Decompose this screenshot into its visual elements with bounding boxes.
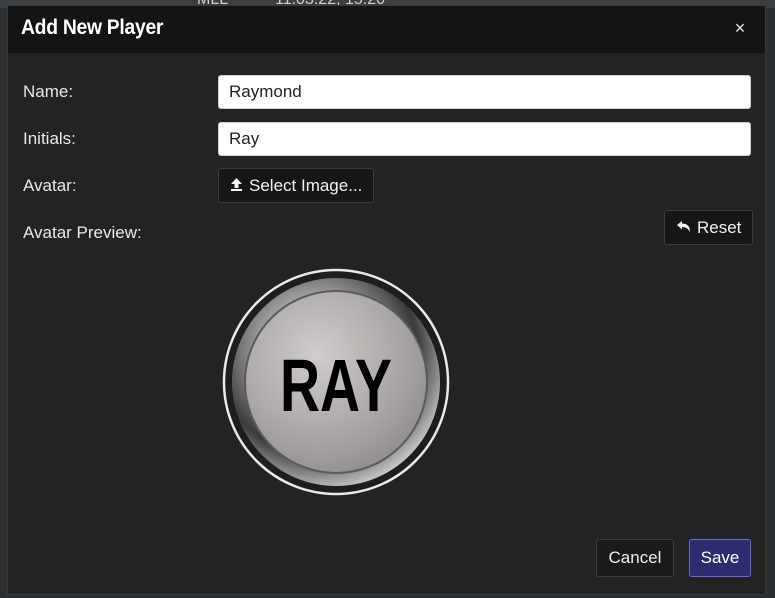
reset-button[interactable]: Reset xyxy=(664,210,754,245)
avatar-preview-label: Avatar Preview: xyxy=(23,223,142,242)
name-label: Name: xyxy=(23,82,74,101)
add-player-dialog: Add New Player × Name: Initials: Avatar:… xyxy=(7,5,766,595)
save-button[interactable]: Save xyxy=(689,539,751,577)
initials-label: Initials: xyxy=(23,129,76,148)
avatar-label: Avatar: xyxy=(23,176,77,195)
dialog-title: Add New Player xyxy=(21,16,164,39)
close-button[interactable]: × xyxy=(729,17,751,39)
close-icon: × xyxy=(734,18,746,38)
avatar-initials-text: RAY xyxy=(280,344,392,427)
cancel-button[interactable]: Cancel xyxy=(596,539,674,577)
select-image-label: Select Image... xyxy=(249,176,363,195)
undo-icon xyxy=(676,212,691,245)
select-image-button[interactable]: Select Image... xyxy=(218,168,375,203)
name-input[interactable] xyxy=(218,75,751,109)
dialog-titlebar: Add New Player × xyxy=(8,6,765,53)
avatar-preview: RAY xyxy=(222,268,450,496)
upload-icon xyxy=(230,170,243,203)
reset-label: Reset xyxy=(697,218,742,237)
initials-input[interactable] xyxy=(218,122,751,156)
